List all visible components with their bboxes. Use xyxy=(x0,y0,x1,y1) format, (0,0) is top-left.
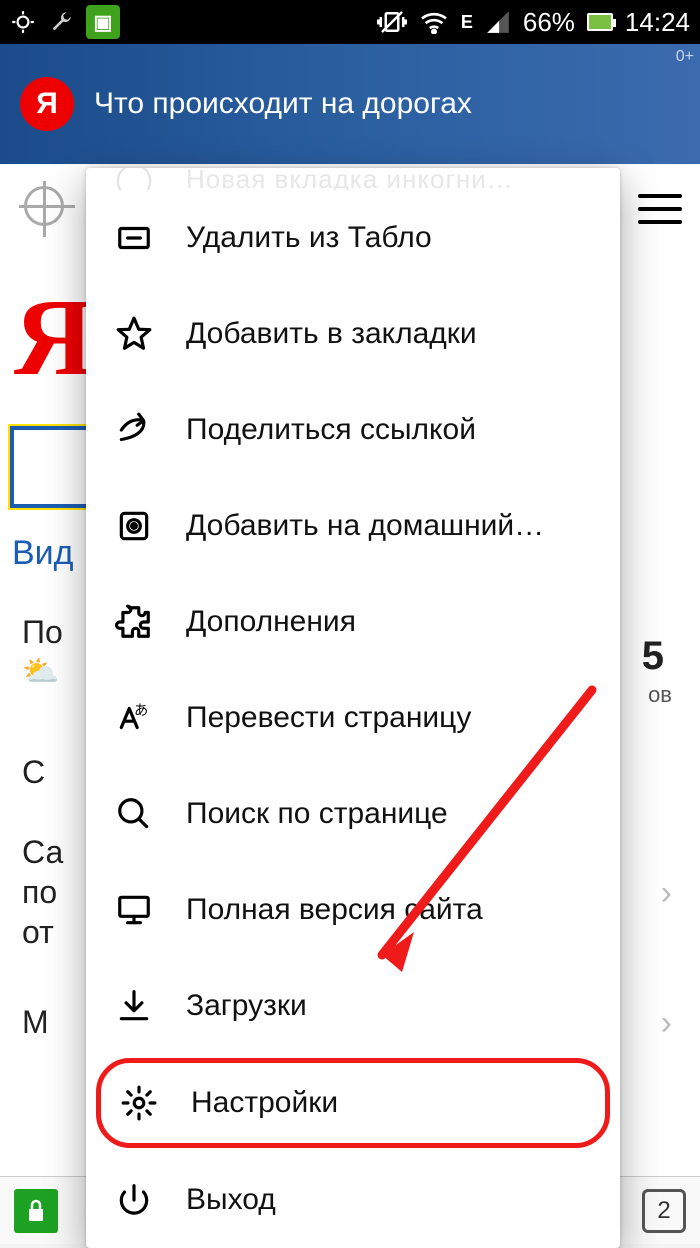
video-link-partial[interactable]: Вид xyxy=(12,534,74,573)
menu-item-label: Поделиться ссылкой xyxy=(186,413,476,447)
text-m: М xyxy=(22,1004,49,1041)
region-count: 5 xyxy=(642,634,664,679)
network-type-icon: E xyxy=(461,12,473,33)
search-box-partial[interactable] xyxy=(8,424,98,510)
age-badge: 0+ xyxy=(676,48,694,66)
svg-text:あ: あ xyxy=(134,702,148,719)
clock: 14:24 xyxy=(625,7,690,38)
menu-item-label: Дополнения xyxy=(186,605,356,639)
menu-item-star[interactable]: Добавить в закладки xyxy=(86,286,620,382)
desktop-icon xyxy=(112,888,156,932)
menu-item-power[interactable]: Выход xyxy=(86,1152,620,1248)
menu-item-puzzle[interactable]: Дополнения xyxy=(86,574,620,670)
signal-icon xyxy=(485,11,511,33)
chevron-right-icon[interactable]: › xyxy=(661,1004,672,1043)
menu-item-share[interactable]: Поделиться ссылкой xyxy=(86,382,620,478)
yandex-logo: Я xyxy=(20,77,74,131)
menu-item-label: Добавить в закладки xyxy=(186,317,477,351)
wifi-icon xyxy=(419,10,449,34)
menu-item-label: Полная версия сайта xyxy=(186,893,483,927)
region-suffix: ов xyxy=(648,682,672,708)
puzzle-icon xyxy=(112,600,156,644)
section-c: С xyxy=(22,754,45,791)
battery-icon xyxy=(587,13,613,31)
menu-item-label: Новая вкладка инкогни… xyxy=(186,168,514,190)
weather-icon: ⛅ xyxy=(22,654,59,689)
gps-icon xyxy=(10,9,36,35)
star-icon xyxy=(112,312,156,356)
menu-item-label: Удалить из Табло xyxy=(186,221,432,255)
weather-label-partial: По xyxy=(22,614,63,651)
share-icon xyxy=(112,408,156,452)
chevron-right-icon[interactable]: › xyxy=(661,874,672,913)
browser-overflow-menu: ◯ Новая вкладка инкогни… Удалить из Табл… xyxy=(86,168,620,1248)
menu-item-label: Загрузки xyxy=(186,989,307,1023)
zen-banner[interactable]: Я Что происходит на дорогах 0+ xyxy=(0,44,700,164)
locate-icon[interactable] xyxy=(24,186,64,226)
text-poi: по xyxy=(22,874,57,911)
home-add-icon xyxy=(112,504,156,548)
menu-item-translate[interactable]: あ Перевести страницу xyxy=(86,670,620,766)
menu-item-home-add[interactable]: Добавить на домашний… xyxy=(86,478,620,574)
menu-item-label: Выход xyxy=(186,1183,276,1217)
lock-icon[interactable] xyxy=(14,1189,58,1233)
menu-item-download[interactable]: Загрузки xyxy=(86,958,620,1054)
battery-percent: 66% xyxy=(523,7,575,38)
tab-count-button[interactable]: 2 xyxy=(642,1189,686,1233)
menu-item-label: Перевести страницу xyxy=(186,701,471,735)
incognito-icon: ◯ xyxy=(112,168,156,190)
status-bar: ▣ E 66% 14:24 xyxy=(0,0,700,44)
menu-item-remove-tile[interactable]: Удалить из Табло xyxy=(86,190,620,286)
menu-item-label: Добавить на домашний… xyxy=(186,509,544,543)
remove-tile-icon xyxy=(112,216,156,260)
text-ot: от xyxy=(22,914,54,951)
text-sa: Са xyxy=(22,834,63,871)
banner-headline: Что происходит на дорогах xyxy=(94,87,472,121)
wrench-icon xyxy=(48,9,74,35)
menu-item-label: Поиск по странице xyxy=(186,797,448,831)
power-icon xyxy=(112,1178,156,1222)
download-icon xyxy=(112,984,156,1028)
menu-item-desktop[interactable]: Полная версия сайта xyxy=(86,862,620,958)
menu-item-truncated[interactable]: ◯ Новая вкладка инкогни… xyxy=(86,168,620,190)
yandex-letter: Я xyxy=(14,274,93,401)
find-icon xyxy=(112,792,156,836)
gear-icon xyxy=(117,1081,161,1125)
app-badge-icon: ▣ xyxy=(86,5,120,39)
menu-item-gear[interactable]: Настройки xyxy=(96,1058,610,1148)
hamburger-menu-button[interactable] xyxy=(638,194,682,224)
vibrate-icon xyxy=(377,9,407,35)
menu-item-find[interactable]: Поиск по странице xyxy=(86,766,620,862)
menu-item-label: Настройки xyxy=(191,1086,338,1120)
translate-icon: あ xyxy=(112,696,156,740)
